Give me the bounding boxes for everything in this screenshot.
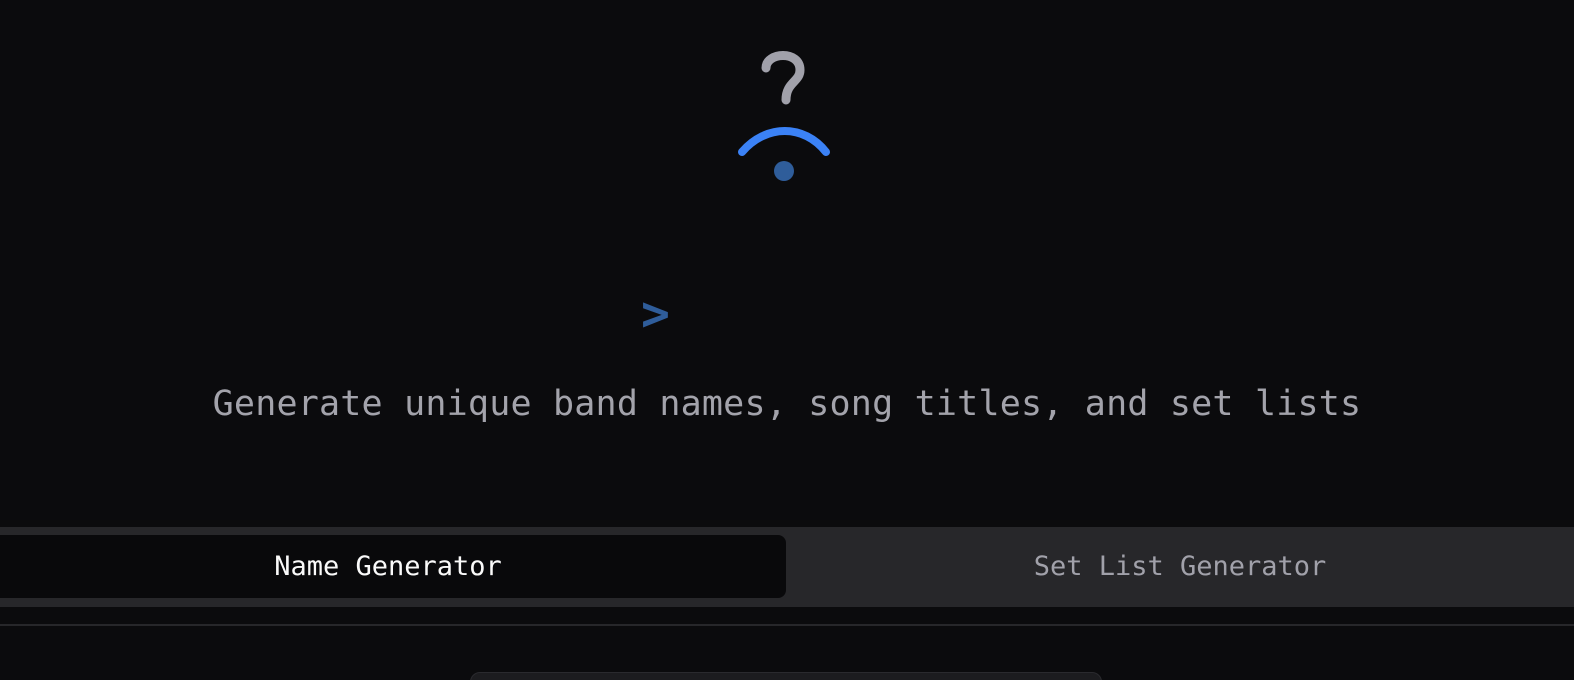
tab-set-list-generator[interactable]: Set List Generator [786,535,1574,598]
generator-tabs: Name Generator Set List Generator [0,527,1574,607]
terminal-prompt-glyph: > [641,286,670,342]
question-broadcast-icon [738,51,830,181]
app-logo [730,44,840,190]
generator-panel [470,672,1102,680]
tagline: Generate unique band names, song titles,… [212,384,1362,424]
page: > Generate unique band names, song title… [0,0,1574,680]
divider [0,624,1574,626]
tab-name-generator[interactable]: Name Generator [0,535,786,598]
